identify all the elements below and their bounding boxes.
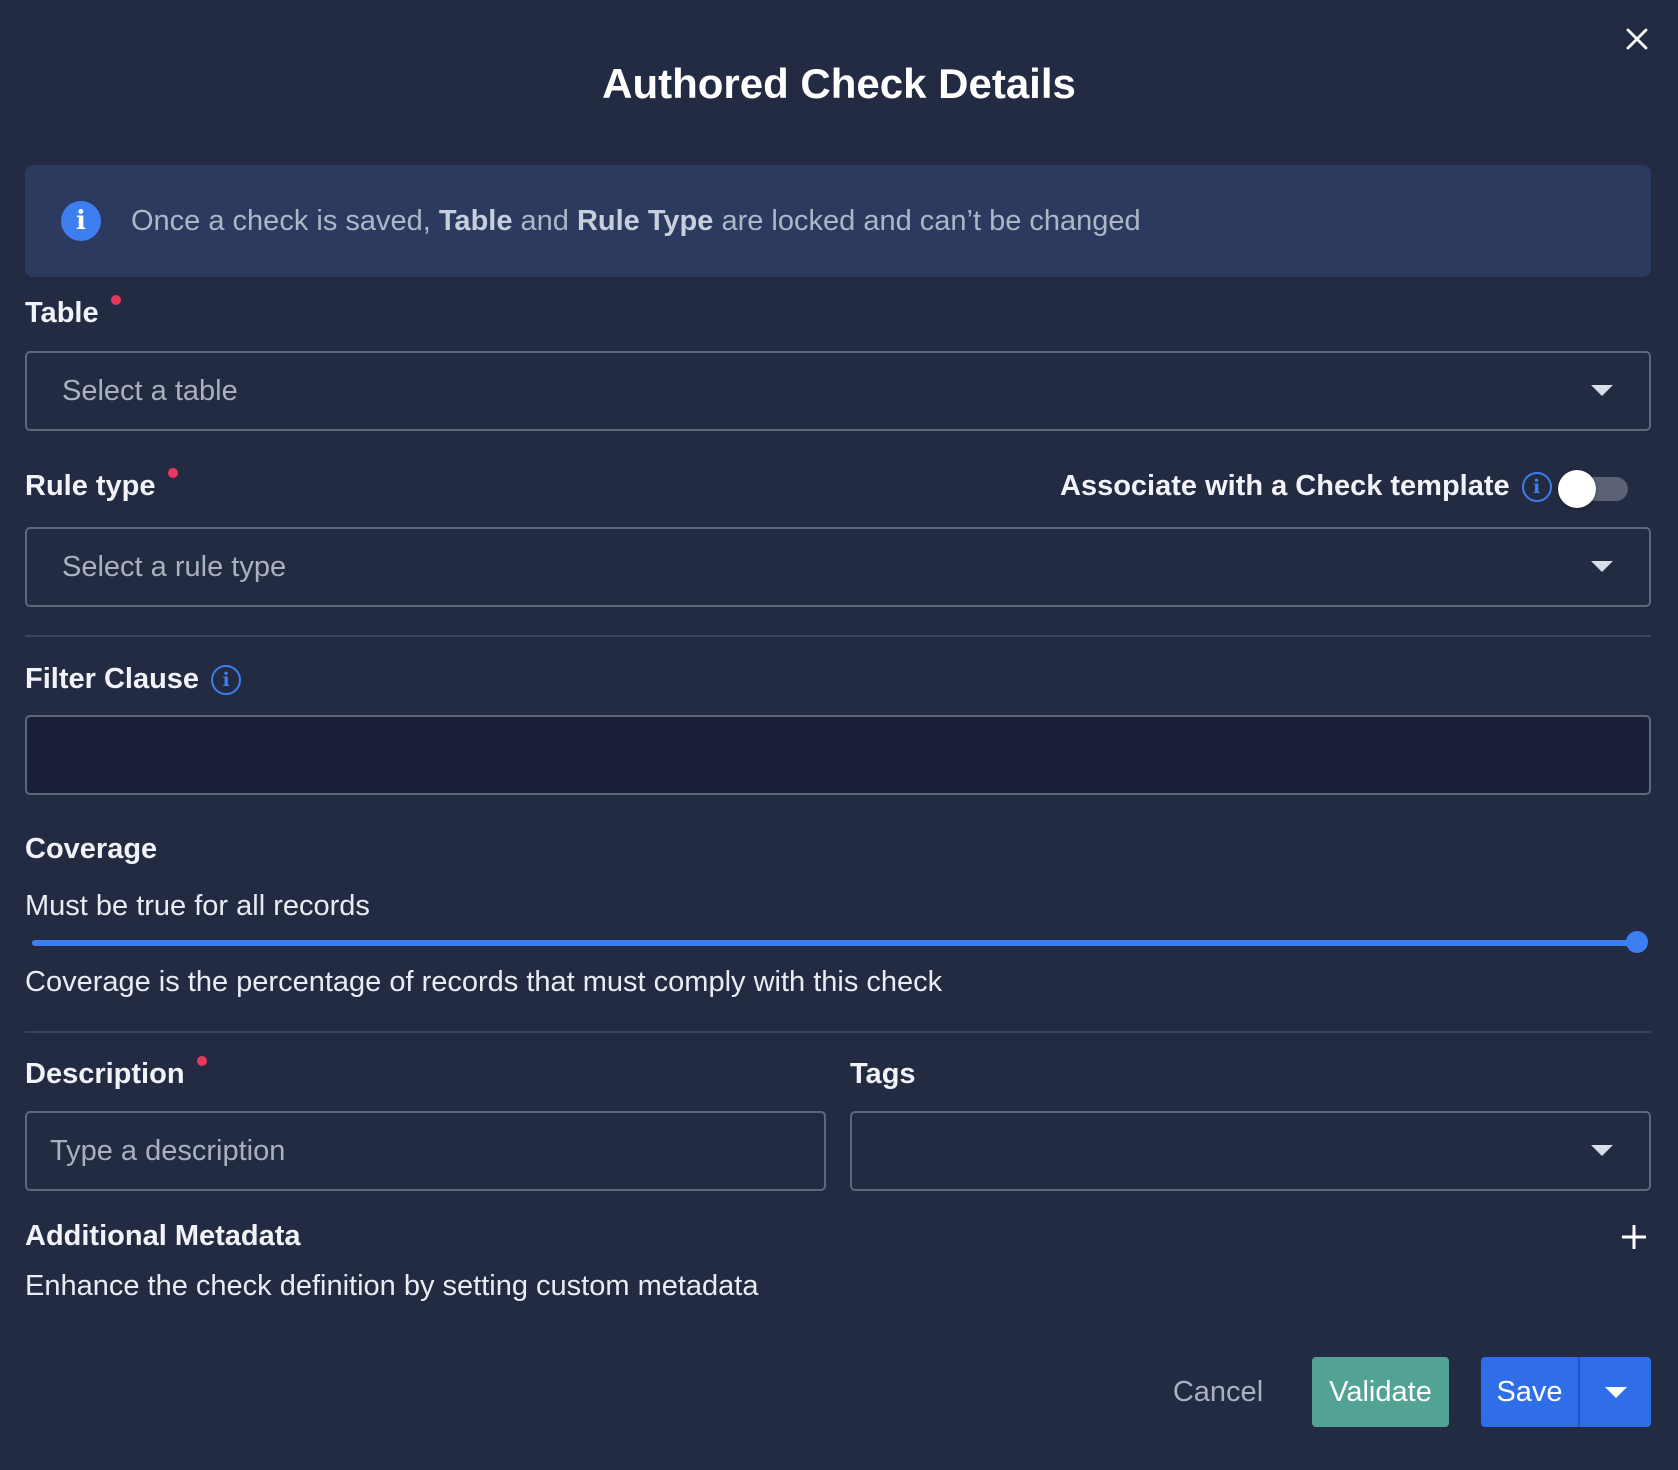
tags-select[interactable] (850, 1111, 1651, 1191)
caret-down-icon (1591, 561, 1613, 572)
coverage-slider[interactable] (32, 929, 1648, 957)
cancel-button[interactable]: Cancel (1160, 1357, 1276, 1427)
rule-type-select[interactable]: Select a rule type (25, 527, 1651, 607)
plus-icon (1622, 1225, 1646, 1249)
filter-clause-input[interactable] (25, 715, 1651, 795)
add-metadata-button[interactable] (1616, 1219, 1652, 1255)
caret-down-icon (1591, 385, 1613, 396)
table-select-placeholder: Select a table (62, 374, 238, 407)
save-options-button[interactable] (1580, 1357, 1651, 1427)
table-select[interactable]: Select a table (25, 351, 1651, 431)
tags-label: Tags (850, 1058, 916, 1090)
description-placeholder: Type a description (50, 1134, 286, 1167)
info-icon[interactable]: i (211, 664, 242, 695)
dialog-title: Authored Check Details (602, 60, 1076, 107)
required-indicator (167, 467, 178, 478)
close-button[interactable] (1620, 22, 1654, 56)
rule-type-select-placeholder: Select a rule type (62, 550, 287, 583)
slider-fill (32, 940, 1637, 946)
caret-down-icon (1604, 1386, 1627, 1398)
additional-metadata-label: Additional Metadata (25, 1220, 301, 1252)
table-label: Table (25, 294, 121, 330)
section-divider (25, 635, 1651, 637)
info-banner: i Once a check is saved, Table and Rule … (25, 165, 1651, 277)
slider-thumb[interactable] (1626, 931, 1648, 953)
caret-down-icon (1591, 1145, 1613, 1156)
coverage-value-text: Must be true for all records (25, 890, 370, 922)
coverage-label: Coverage (25, 833, 158, 865)
check-template-toggle[interactable] (1558, 470, 1628, 508)
validate-button[interactable]: Validate (1312, 1357, 1449, 1427)
info-banner-text: Once a check is saved, Table and Rule Ty… (131, 204, 1141, 237)
save-button-group: Save (1481, 1357, 1651, 1427)
section-divider (25, 1031, 1651, 1033)
info-icon[interactable]: i (1521, 471, 1552, 502)
toggle-knob (1558, 470, 1596, 508)
required-indicator (196, 1055, 207, 1066)
authored-check-dialog: Authored Check Details i Once a check is… (0, 0, 1678, 1470)
close-icon (1626, 28, 1648, 50)
save-button[interactable]: Save (1481, 1357, 1578, 1427)
required-indicator (110, 294, 121, 305)
info-icon: i (61, 201, 101, 241)
description-label: Description (25, 1055, 207, 1091)
filter-clause-label: Filter Clause i (25, 663, 242, 696)
rule-type-label: Rule type (25, 467, 178, 503)
description-input[interactable]: Type a description (25, 1111, 826, 1191)
coverage-help-text: Coverage is the percentage of records th… (25, 966, 943, 998)
check-template-label: Associate with a Check template i (1060, 470, 1552, 503)
additional-metadata-help-text: Enhance the check definition by setting … (25, 1270, 759, 1302)
